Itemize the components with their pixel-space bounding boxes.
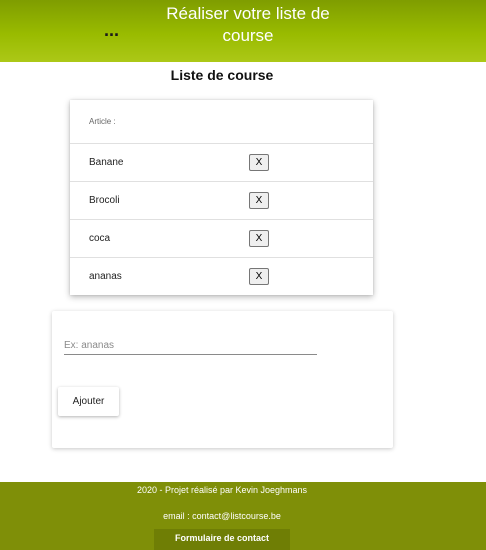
- delete-item-button[interactable]: X: [249, 154, 269, 171]
- delete-item-button[interactable]: X: [249, 268, 269, 285]
- delete-item-button[interactable]: X: [249, 192, 269, 209]
- contact-form-button[interactable]: Formulaire de contact: [154, 529, 290, 550]
- list-item-label: ananas: [89, 271, 122, 282]
- app-header: ... Réaliser votre liste de course: [0, 0, 486, 62]
- menu-icon[interactable]: ...: [104, 21, 119, 39]
- shopping-list-card: Article : Banane X Brocoli X coca X anan…: [70, 100, 373, 295]
- list-item-label: Banane: [89, 157, 124, 168]
- list-item-label: Brocoli: [89, 195, 120, 206]
- list-item: ananas X: [70, 258, 373, 296]
- add-item-form: Ajouter: [52, 311, 393, 448]
- list-header: Article :: [70, 100, 373, 144]
- list-item: Banane X: [70, 144, 373, 182]
- page-title: Liste de course: [170, 67, 274, 83]
- list-item: coca X: [70, 220, 373, 258]
- item-input[interactable]: [64, 337, 317, 355]
- add-button[interactable]: Ajouter: [58, 387, 119, 416]
- page-footer: 2020 - Projet réalisé par Kevin Joeghman…: [0, 482, 486, 550]
- list-item-label: coca: [89, 233, 111, 244]
- delete-item-button[interactable]: X: [249, 230, 269, 247]
- header-title: Réaliser votre liste de course: [166, 4, 330, 45]
- footer-email: email : contact@listcourse.be: [163, 511, 281, 521]
- list-item: Brocoli X: [70, 182, 373, 220]
- footer-credit: 2020 - Projet réalisé par Kevin Joeghman…: [136, 485, 308, 495]
